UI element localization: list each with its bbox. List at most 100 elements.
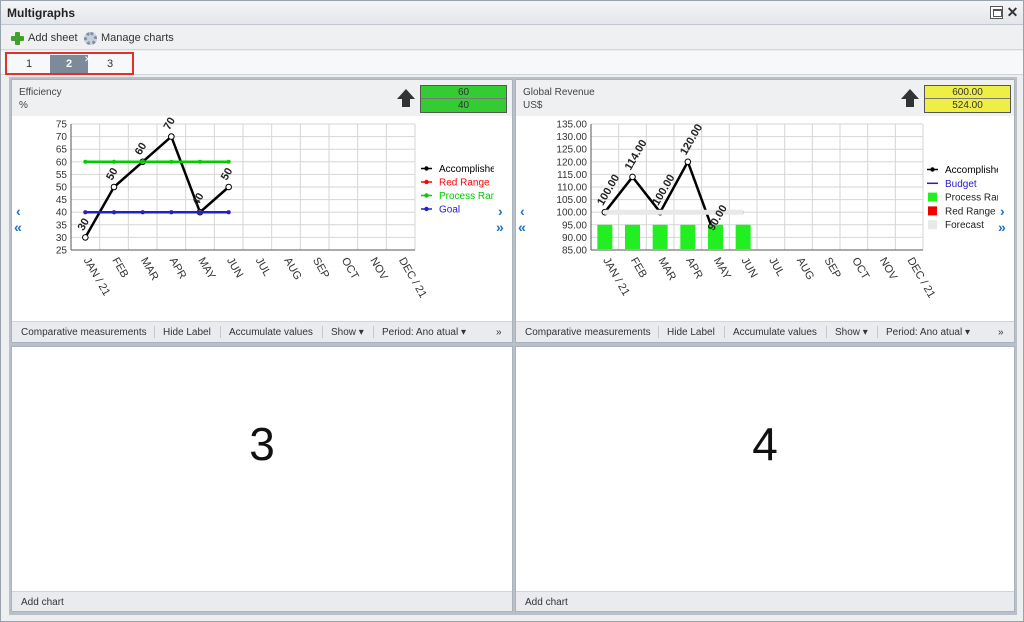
legend-label-goal: Goal [439, 205, 460, 216]
tab-sheet-2[interactable]: 2 [50, 55, 88, 73]
legend-marker-process-range [424, 193, 429, 198]
footer-divider [877, 326, 878, 338]
footer-divider [154, 326, 155, 338]
legend-label-process-range: Process Range [945, 193, 998, 204]
close-icon[interactable]: ✕ [1006, 5, 1019, 19]
y-tick-label: 60 [56, 157, 68, 168]
revenue-panel: Global Revenue US$ 600.00 524.00 ‹ « › »… [515, 79, 1015, 343]
last-double-chevron-icon[interactable]: » [496, 220, 504, 234]
efficiency-chart: 25 30 35 40 45 50 55 60 65 70 75 JAN / 21 FEB MAR APR M… [29, 115, 508, 322]
y-tick-label: 40 [56, 208, 68, 219]
accumulate-values-button[interactable]: Accumulate values [229, 327, 313, 338]
revenue-chart: 85.00 90.00 95.00 100.00 105.00 110.00 115.00 1… [533, 116, 1014, 322]
more-options-button[interactable]: » [496, 327, 502, 338]
accomplished-point [225, 183, 232, 191]
accumulate-values-button[interactable]: Accumulate values [733, 327, 817, 338]
y-tick-label: 90.00 [562, 233, 587, 244]
panel-3-footer: Add chart [12, 591, 512, 611]
prev-chevron-icon[interactable]: ‹ [16, 204, 21, 218]
y-tick-label: 95.00 [562, 220, 587, 231]
tab-sheet-1[interactable]: 1 [10, 55, 48, 73]
process-range-point [169, 159, 174, 164]
y-tick-label: 30 [56, 233, 68, 244]
footer-divider [220, 326, 221, 338]
comparative-measurements-button[interactable]: Comparative measurements [525, 327, 651, 338]
legend-label-budget: Budget [945, 179, 977, 190]
process-range-point [140, 159, 145, 164]
legend-label-forecast: Forecast [945, 220, 984, 231]
next-chevron-icon[interactable]: › [498, 204, 503, 218]
legend-swatch-red-range [928, 206, 937, 216]
y-tick-label: 110.00 [557, 183, 587, 194]
y-tick-label: 25 [56, 246, 68, 257]
tab-sheet-3[interactable]: 3 [91, 55, 129, 73]
process-range-point [198, 159, 202, 164]
efficiency-panel: Efficiency % 60 40 ‹ « › » 25 30 35 40 45 50 5… [11, 79, 513, 343]
add-chart-button[interactable]: Add chart [21, 597, 64, 608]
comparative-measurements-button[interactable]: Comparative measurements [21, 327, 147, 338]
toolbar: Add sheet Manage charts [1, 26, 1023, 50]
legend-marker-accomplished [930, 167, 935, 172]
period-dropdown[interactable]: Period: Ano atual ▾ [382, 327, 466, 338]
restore-icon[interactable] [990, 6, 1003, 19]
next-chevron-icon[interactable]: › [1000, 204, 1005, 218]
goal-point [83, 210, 88, 215]
accomplished-point [168, 133, 175, 140]
show-dropdown[interactable]: Show ▾ [835, 327, 868, 338]
add-chart-button[interactable]: Add chart [525, 597, 568, 608]
empty-panel-3: 3 Add chart [11, 346, 513, 612]
period-dropdown[interactable]: Period: Ano atual ▾ [886, 327, 970, 338]
manage-charts-button[interactable]: Manage charts [84, 30, 174, 46]
efficiency-footer: Comparative measurements Hide Label Accu… [12, 321, 512, 342]
prev-chevron-icon[interactable]: ‹ [520, 204, 525, 218]
process-range-point [112, 159, 116, 164]
last-double-chevron-icon[interactable]: » [998, 220, 1006, 234]
revenue-header: Global Revenue US$ 600.00 524.00 [516, 80, 1014, 116]
y-tick-label: 45 [56, 195, 68, 206]
efficiency-value-bottom: 40 [457, 100, 470, 111]
accomplished-point [110, 183, 118, 191]
y-tick-label: 55 [56, 170, 68, 181]
hide-label-button[interactable]: Hide Label [667, 327, 715, 338]
manage-charts-label: Manage charts [101, 32, 174, 44]
goal-point [140, 210, 145, 215]
show-dropdown[interactable]: Show ▾ [331, 327, 364, 338]
panel-4-footer: Add chart [516, 591, 1014, 611]
trend-up-arrow-icon [397, 89, 415, 108]
y-tick-label: 130.00 [556, 132, 587, 143]
legend-marker-goal [424, 206, 429, 212]
efficiency-value-box: 60 40 [420, 85, 507, 113]
footer-divider [373, 326, 374, 338]
accomplished-point [82, 234, 89, 241]
goal-point [169, 210, 174, 215]
revenue-value-top: 600.00 [925, 86, 1010, 99]
efficiency-value-top: 60 [421, 86, 506, 99]
revenue-value-bottom: 524.00 [952, 100, 983, 111]
legend-marker-red-range [424, 179, 429, 185]
window-title: Multigraphs [7, 6, 75, 20]
legend-swatch-forecast [928, 220, 937, 230]
more-options-button[interactable]: » [998, 327, 1004, 338]
y-tick-label: 35 [56, 220, 68, 231]
y-tick-label: 75 [56, 120, 68, 131]
first-double-chevron-icon[interactable]: « [518, 220, 526, 234]
add-sheet-button[interactable]: Add sheet [11, 30, 78, 46]
goal-point [226, 210, 231, 215]
revenue-title: Global Revenue [523, 87, 595, 98]
y-tick-label: 125.00 [556, 145, 587, 156]
hide-label-button[interactable]: Hide Label [163, 327, 211, 338]
panel-number: 3 [249, 418, 275, 470]
footer-divider [724, 326, 725, 338]
efficiency-title: Efficiency [19, 87, 62, 98]
revenue-chart-svg: 85.00 90.00 95.00100.00 105.00110.00 115.00 1… [533, 116, 1014, 322]
footer-divider [658, 326, 659, 338]
process-range-bar [735, 224, 751, 249]
y-tick-label: 65 [56, 145, 68, 156]
y-tick-label: 70 [56, 132, 68, 143]
y-tick-label: 100.00 [556, 208, 587, 219]
revenue-value-box: 600.00 524.00 [924, 85, 1011, 113]
y-tick-label: 115.00 [557, 170, 587, 181]
y-tick-label: 50 [56, 183, 68, 194]
first-double-chevron-icon[interactable]: « [14, 220, 22, 234]
sheet-tabs-highlight: 1 2 ✕ 3 [5, 52, 134, 75]
